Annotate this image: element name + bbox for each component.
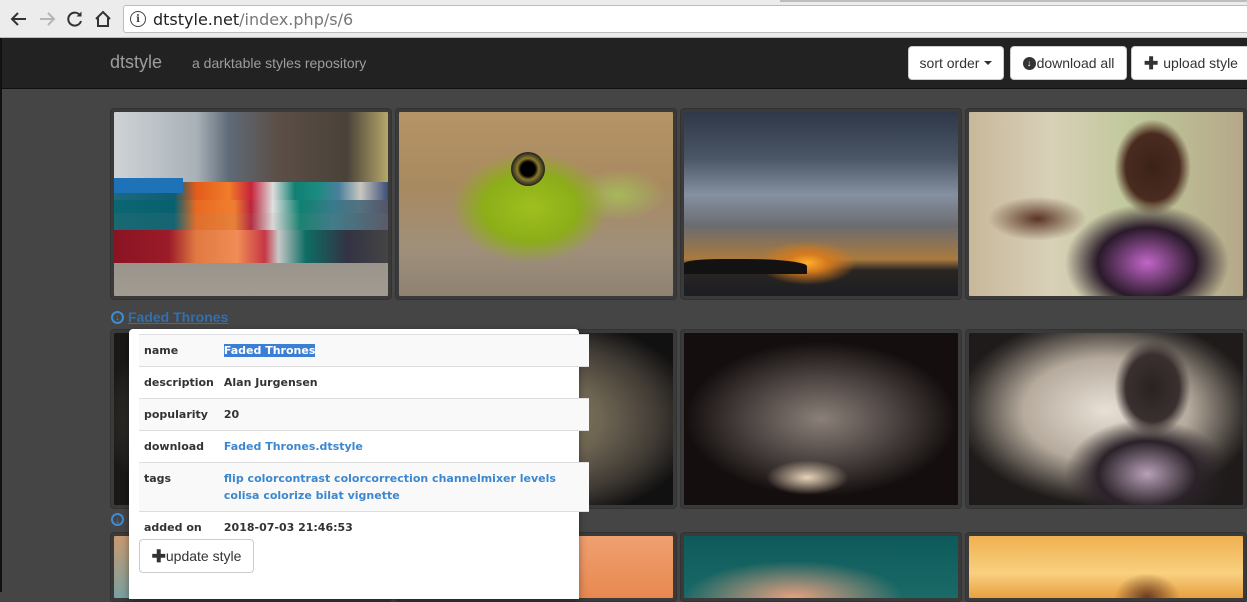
tag-link[interactable]: channelmixer bbox=[432, 472, 516, 485]
tag-link[interactable]: bilat bbox=[316, 489, 344, 502]
back-arrow-icon[interactable] bbox=[7, 7, 31, 31]
description-label: description bbox=[144, 376, 214, 389]
tag-link[interactable]: colorize bbox=[263, 489, 311, 502]
window-edge bbox=[0, 38, 2, 592]
forward-arrow-icon[interactable] bbox=[35, 7, 59, 31]
update-style-label: update style bbox=[165, 548, 242, 564]
style-title-link[interactable]: Faded Thrones bbox=[128, 309, 228, 325]
popularity-value: 20 bbox=[223, 408, 240, 421]
site-tagline: a darktable styles repository bbox=[192, 55, 367, 71]
tag-link[interactable]: levels bbox=[520, 472, 556, 485]
details-row-popularity: popularity 20 bbox=[139, 398, 589, 431]
details-row-name: name Faded Thrones bbox=[139, 334, 589, 367]
caret-down-icon bbox=[984, 61, 993, 65]
download-all-button[interactable]: ↓ download all bbox=[1010, 46, 1127, 80]
url-path: /index.php/s/6 bbox=[239, 9, 354, 29]
tags-label: tags bbox=[144, 472, 172, 485]
upload-style-label: upload style bbox=[1163, 55, 1238, 71]
thumbnail-girl bbox=[969, 112, 1243, 296]
details-row-tags: tags flip colorcontrast colorcorrection … bbox=[139, 462, 589, 512]
download-circle-icon[interactable]: ↓ bbox=[111, 513, 124, 526]
tag-link[interactable]: colorcorrection bbox=[334, 472, 428, 485]
style-details-table: name Faded Thrones description Alan Jurg… bbox=[139, 334, 589, 543]
style-thumbnail[interactable] bbox=[965, 108, 1247, 300]
tag-link[interactable]: flip bbox=[224, 472, 244, 485]
style-details-popover: name Faded Thrones description Alan Jurg… bbox=[129, 329, 589, 599]
added-value: 2018-07-03 21:46:53 bbox=[223, 521, 353, 534]
thumbnail-trucks bbox=[114, 112, 388, 296]
browser-toolbar: i dtstyle.net/index.php/s/6 bbox=[0, 0, 1247, 38]
sort-order-dropdown[interactable]: sort order bbox=[908, 46, 1004, 80]
update-style-button[interactable]: ✚ update style bbox=[139, 539, 254, 573]
thumbnail-sunset bbox=[684, 112, 958, 296]
upload-style-button[interactable]: ✚ upload style bbox=[1131, 46, 1247, 80]
site-navbar: dtstyle a darktable styles repository so… bbox=[2, 38, 1247, 89]
description-value: Alan Jurgensen bbox=[223, 376, 318, 389]
url-host: dtstyle.net bbox=[153, 9, 240, 29]
style-thumbnail[interactable] bbox=[965, 329, 1247, 509]
plus-icon: ✚ bbox=[1144, 53, 1159, 73]
style-thumbnail[interactable] bbox=[680, 108, 962, 300]
name-label: name bbox=[144, 344, 179, 357]
details-row-download: download Faded Thrones.dtstyle bbox=[139, 430, 589, 463]
download-file-link[interactable]: Faded Thrones.dtstyle bbox=[224, 440, 363, 453]
thumbnail-girl-next bbox=[969, 536, 1243, 598]
sort-order-label: sort order bbox=[919, 55, 980, 71]
download-circle-icon: ↓ bbox=[1022, 56, 1036, 70]
style-thumbnail[interactable] bbox=[395, 108, 677, 300]
reload-icon[interactable] bbox=[63, 7, 87, 31]
tag-link[interactable]: colorcontrast bbox=[248, 472, 331, 485]
info-icon[interactable]: i bbox=[130, 11, 146, 27]
name-value-selected[interactable]: Faded Thrones bbox=[223, 344, 316, 357]
style-thumbnail[interactable] bbox=[110, 108, 392, 300]
tags-value: flip colorcontrast colorcorrection chann… bbox=[219, 463, 589, 512]
style-title-row: ↓ bbox=[111, 513, 124, 526]
tag-link[interactable]: vignette bbox=[348, 489, 400, 502]
thumbnail-girl-styled bbox=[969, 333, 1243, 505]
download-value: Faded Thrones.dtstyle bbox=[219, 431, 589, 463]
address-bar[interactable]: i dtstyle.net/index.php/s/6 bbox=[123, 5, 1247, 33]
style-title-row: ↓ Faded Thrones bbox=[111, 309, 228, 325]
plus-icon: ✚ bbox=[151, 546, 166, 566]
home-icon[interactable] bbox=[91, 7, 115, 31]
details-row-description: description Alan Jurgensen bbox=[139, 366, 589, 399]
tag-link[interactable]: colisa bbox=[224, 489, 260, 502]
download-label: download bbox=[144, 440, 205, 453]
download-all-label: download all bbox=[1036, 55, 1115, 71]
thumbnail-frog bbox=[399, 112, 673, 296]
thumbnail-sunset-styled bbox=[684, 333, 958, 505]
style-thumbnail[interactable] bbox=[680, 329, 962, 509]
tab-strip-edge bbox=[780, 0, 1247, 2]
download-circle-icon[interactable]: ↓ bbox=[111, 310, 124, 324]
brand-logo[interactable]: dtstyle bbox=[110, 52, 162, 73]
name-value: Faded Thrones bbox=[219, 335, 589, 367]
thumbnail-sunset-next bbox=[684, 536, 958, 598]
popularity-label: popularity bbox=[144, 408, 208, 421]
